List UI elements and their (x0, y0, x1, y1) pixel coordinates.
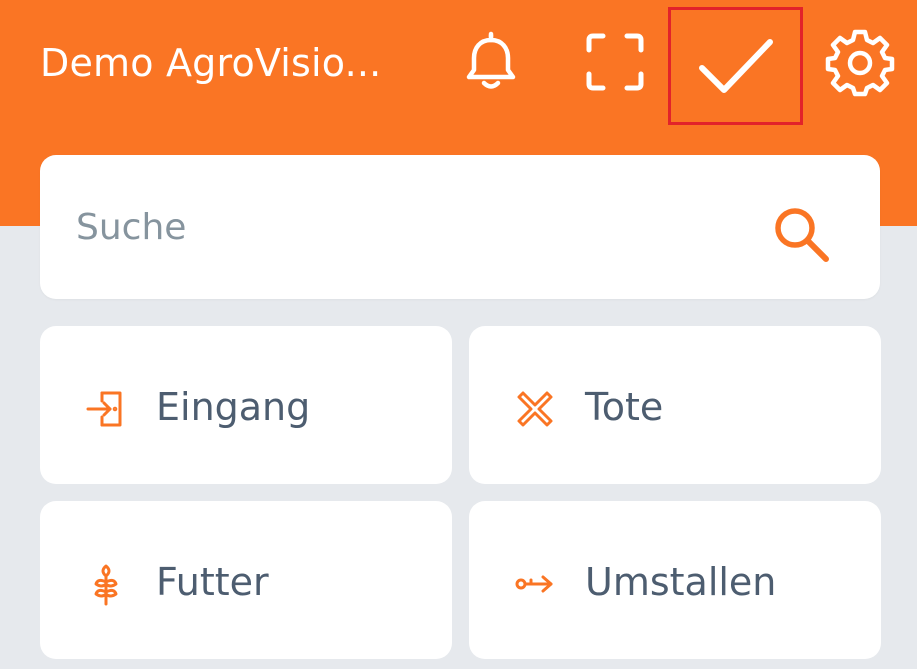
scan-frame-icon (586, 33, 644, 91)
bell-icon (466, 31, 516, 89)
app-title: Demo AgroVisio... (40, 41, 382, 85)
scan-button[interactable] (575, 22, 655, 102)
tile-label: Umstallen (585, 560, 777, 604)
checkmark-icon (698, 39, 773, 93)
tile-tote[interactable]: Tote (469, 326, 881, 484)
settings-button[interactable] (820, 22, 900, 102)
tile-eingang[interactable]: Eingang (40, 326, 452, 484)
tile-label: Eingang (156, 385, 311, 429)
tile-label: Tote (585, 385, 664, 429)
tile-label: Futter (156, 560, 269, 604)
cross-icon (517, 391, 553, 427)
tile-umstallen[interactable]: Umstallen (469, 501, 881, 659)
gear-icon (825, 29, 895, 97)
search-icon[interactable] (770, 203, 834, 267)
notifications-button[interactable] (451, 22, 531, 102)
wheat-icon (94, 564, 118, 606)
confirm-button[interactable] (668, 7, 803, 125)
search-input[interactable] (76, 201, 716, 253)
search-bar (40, 155, 880, 299)
entrance-icon (86, 391, 122, 427)
transfer-arrow-icon (515, 575, 553, 593)
tile-futter[interactable]: Futter (40, 501, 452, 659)
